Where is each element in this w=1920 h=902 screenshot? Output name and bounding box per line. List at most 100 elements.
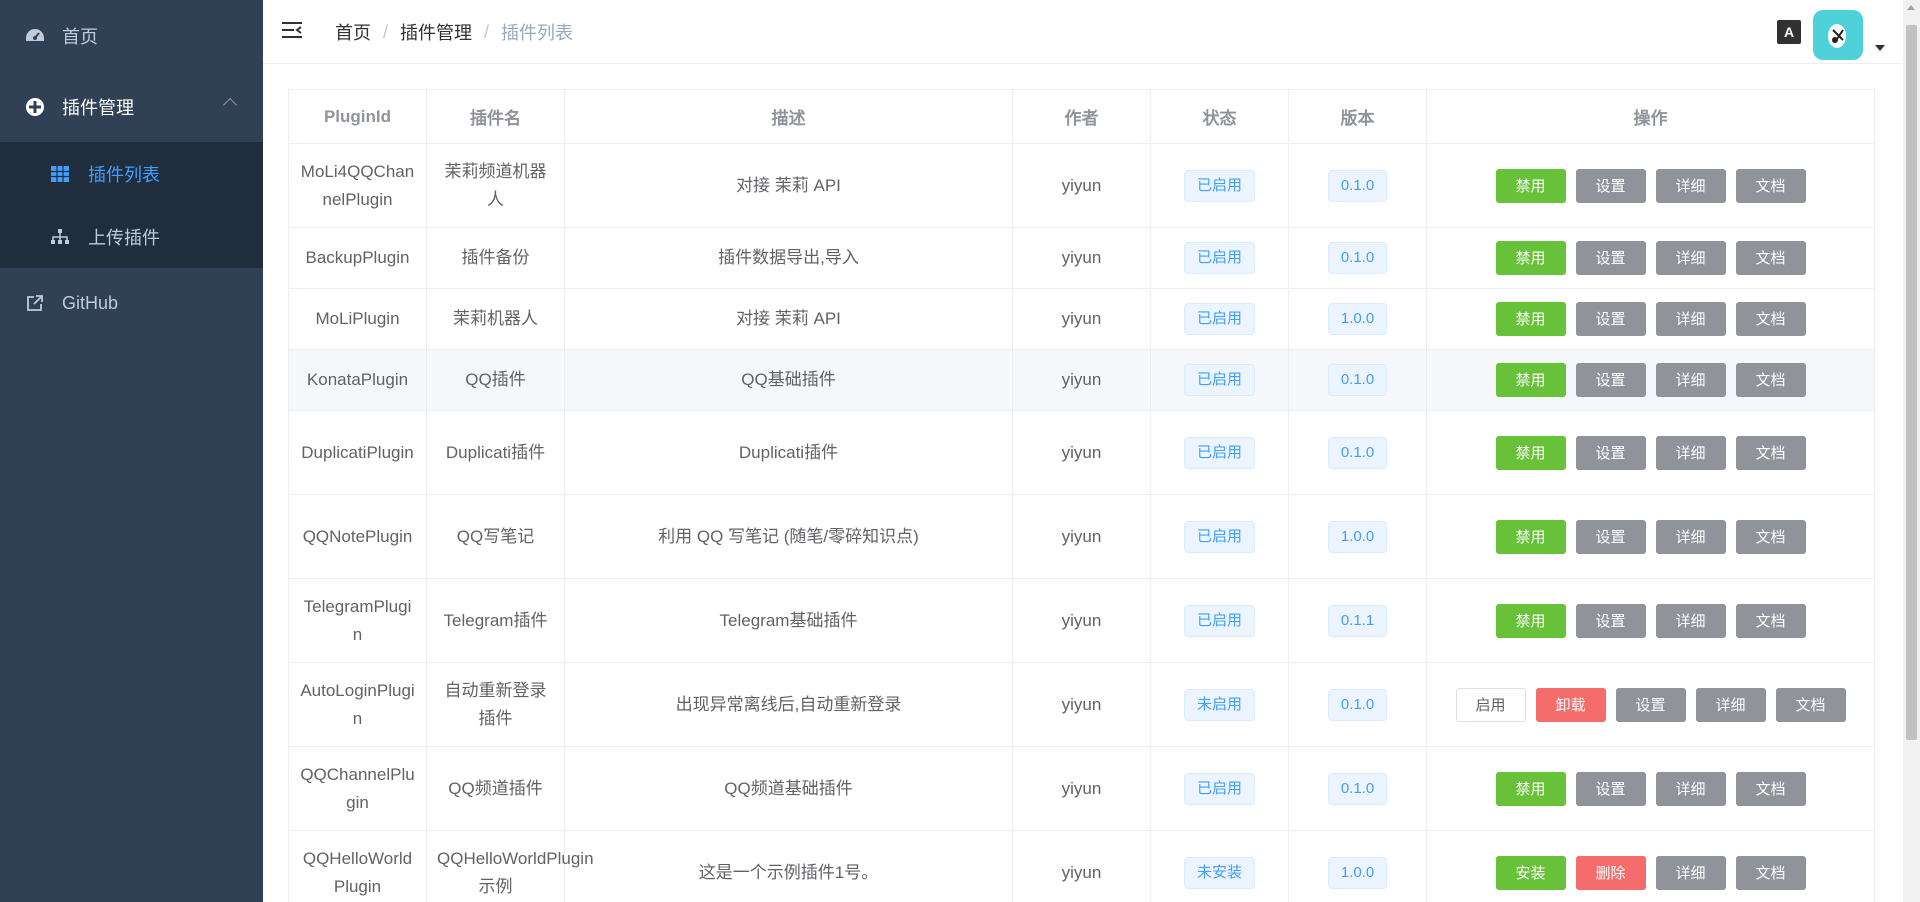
detail-button[interactable]: 详细	[1655, 168, 1726, 203]
settings-button[interactable]: 设置	[1575, 435, 1646, 470]
cell-version: 0.1.0	[1288, 410, 1427, 495]
docs-button[interactable]: 文档	[1735, 363, 1806, 397]
docs-button[interactable]: 文档	[1735, 519, 1806, 554]
sidebar-item-upload-plugin[interactable]: 上传插件	[0, 205, 263, 268]
status-badge: 已启用	[1183, 364, 1255, 396]
external-link-icon	[24, 292, 46, 314]
disable-button[interactable]: 禁用	[1495, 435, 1566, 470]
disable-button[interactable]: 禁用	[1495, 603, 1566, 638]
settings-button[interactable]: 设置	[1575, 603, 1646, 638]
cell-status: 已启用	[1150, 227, 1289, 289]
version-badge: 1.0.0	[1327, 303, 1388, 335]
cell-plugin-id: MoLiPlugin	[288, 288, 427, 350]
caret-down-icon[interactable]	[1875, 45, 1885, 51]
detail-button[interactable]: 详细	[1695, 687, 1766, 722]
detail-button[interactable]: 详细	[1655, 603, 1726, 638]
language-icon[interactable]: A	[1777, 20, 1801, 44]
cell-author: yiyun	[1012, 143, 1151, 228]
cell-actions: 启用 卸载 设置 详细 文档	[1426, 662, 1875, 747]
breadcrumb-home[interactable]: 首页	[335, 19, 371, 45]
sidebar-item-home[interactable]: 首页	[0, 0, 263, 72]
cell-actions: 禁用 设置 详细 文档	[1426, 494, 1875, 579]
detail-button[interactable]: 详细	[1655, 855, 1726, 890]
cell-plugin-id: DuplicatiPlugin	[288, 410, 427, 495]
breadcrumb-plugin-manage[interactable]: 插件管理	[400, 19, 472, 45]
docs-button[interactable]: 文档	[1735, 302, 1806, 336]
detail-button[interactable]: 详细	[1655, 519, 1726, 554]
vertical-scrollbar[interactable]	[1903, 0, 1920, 902]
cell-plugin-name: QQ插件	[426, 349, 565, 411]
settings-button[interactable]: 设置	[1575, 168, 1646, 203]
sidebar: 首页 插件管理 插件列表 上传插件 GitHub	[0, 0, 263, 902]
settings-button[interactable]: 设置	[1575, 363, 1646, 397]
docs-button[interactable]: 文档	[1735, 603, 1806, 638]
sidebar-item-plugin-list[interactable]: 插件列表	[0, 142, 263, 205]
cell-actions: 禁用 设置 详细 文档	[1426, 288, 1875, 350]
cell-status: 已启用	[1150, 143, 1289, 228]
uninstall-button[interactable]: 卸载	[1535, 687, 1606, 722]
cell-desc: Telegram基础插件	[564, 578, 1013, 663]
docs-button[interactable]: 文档	[1735, 241, 1806, 275]
detail-button[interactable]: 详细	[1655, 363, 1726, 397]
disable-button[interactable]: 禁用	[1495, 241, 1566, 275]
sidebar-item-github[interactable]: GitHub	[0, 268, 263, 338]
disable-button[interactable]: 禁用	[1495, 519, 1566, 554]
sidebar-item-label: GitHub	[62, 292, 119, 313]
sidebar-item-plugin-manage[interactable]: 插件管理	[0, 72, 263, 142]
settings-button[interactable]: 设置	[1575, 519, 1646, 554]
cell-plugin-id: AutoLoginPlugin	[288, 662, 427, 747]
detail-button[interactable]: 详细	[1655, 241, 1726, 275]
cell-desc: 利用 QQ 写笔记 (随笔/零碎知识点)	[564, 494, 1013, 579]
scroll-up-icon[interactable]	[1907, 5, 1915, 10]
detail-button[interactable]: 详细	[1655, 771, 1726, 806]
cell-desc: QQ基础插件	[564, 349, 1013, 411]
sidebar-item-label: 上传插件	[88, 227, 160, 248]
cell-version: 0.1.1	[1288, 578, 1427, 663]
status-badge: 已启用	[1183, 772, 1255, 805]
detail-button[interactable]: 详细	[1655, 435, 1726, 470]
docs-button[interactable]: 文档	[1735, 855, 1806, 890]
breadcrumb: 首页 / 插件管理 / 插件列表	[335, 19, 573, 45]
docs-button[interactable]: 文档	[1735, 435, 1806, 470]
enable-button[interactable]: 启用	[1455, 687, 1526, 722]
version-badge: 1.0.0	[1327, 856, 1388, 889]
settings-button[interactable]: 设置	[1575, 241, 1646, 275]
docs-button[interactable]: 文档	[1775, 687, 1846, 722]
install-button[interactable]: 安装	[1495, 855, 1566, 890]
settings-button[interactable]: 设置	[1575, 771, 1646, 806]
status-badge: 已启用	[1183, 169, 1255, 202]
delete-button[interactable]: 删除	[1575, 855, 1646, 890]
sidebar-item-label: 首页	[62, 27, 98, 47]
sidebar-item-label: 插件管理	[62, 98, 134, 118]
cell-status: 已启用	[1150, 746, 1289, 831]
column-header: 操作	[1426, 89, 1875, 144]
detail-button[interactable]: 详细	[1655, 302, 1726, 336]
column-header: 插件名	[426, 89, 565, 144]
settings-button[interactable]: 设置	[1575, 302, 1646, 336]
disable-button[interactable]: 禁用	[1495, 771, 1566, 806]
cell-plugin-id: BackupPlugin	[288, 227, 427, 289]
cell-actions: 禁用 设置 详细 文档	[1426, 410, 1875, 495]
cell-desc: QQ频道基础插件	[564, 746, 1013, 831]
sidebar-item-label: 插件列表	[88, 164, 160, 185]
version-badge: 0.1.1	[1327, 604, 1388, 637]
cell-version: 0.1.0	[1288, 143, 1427, 228]
avatar[interactable]	[1813, 10, 1863, 60]
cell-plugin-id: MoLi4QQChannelPlugin	[288, 143, 427, 228]
docs-button[interactable]: 文档	[1735, 168, 1806, 203]
cell-author: yiyun	[1012, 227, 1151, 289]
status-badge: 未安装	[1183, 856, 1255, 889]
version-badge: 0.1.0	[1327, 688, 1388, 721]
table-row: DuplicatiPlugin Duplicati插件 Duplicati插件 …	[288, 410, 1875, 495]
disable-button[interactable]: 禁用	[1495, 168, 1566, 203]
scrollbar-thumb[interactable]	[1906, 25, 1917, 740]
docs-button[interactable]: 文档	[1735, 771, 1806, 806]
disable-button[interactable]: 禁用	[1495, 302, 1566, 336]
settings-button[interactable]: 设置	[1615, 687, 1686, 722]
table-row: MoLiPlugin 茉莉机器人 对接 茉莉 API yiyun 已启用 1.0…	[288, 288, 1875, 350]
hamburger-icon[interactable]	[281, 20, 303, 42]
disable-button[interactable]: 禁用	[1495, 363, 1566, 397]
cell-actions: 禁用 设置 详细 文档	[1426, 227, 1875, 289]
table-icon	[50, 164, 70, 184]
table-row: BackupPlugin 插件备份 插件数据导出,导入 yiyun 已启用 0.…	[288, 227, 1875, 289]
